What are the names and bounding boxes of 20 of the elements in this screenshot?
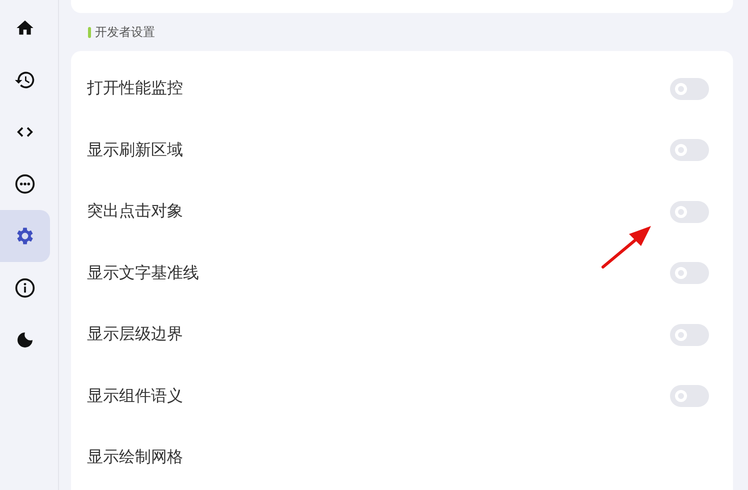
setting-label: 显示组件语义 [87,386,183,407]
section-marker [88,26,91,38]
section-title: 开发者设置 [95,24,155,40]
toggle-switch[interactable] [670,78,709,100]
more-icon [14,173,36,195]
setting-label: 突出点击对象 [87,201,183,222]
setting-label: 显示绘制网格 [87,447,183,468]
toggle-switch[interactable] [670,139,709,162]
info-icon [14,277,36,299]
setting-label: 显示文字基准线 [87,262,199,284]
moon-icon [15,330,35,350]
setting-label: 显示层级边界 [87,324,183,346]
setting-label: 显示刷新区域 [87,140,183,161]
toggle-switch[interactable] [670,262,709,284]
settings-nav-item[interactable] [0,210,50,262]
toggle-switch[interactable] [670,200,709,223]
history-icon [14,69,36,91]
toggle-switch[interactable] [670,385,709,408]
toggle-switch[interactable] [670,324,709,346]
setting-label: 打开性能监控 [87,78,183,100]
